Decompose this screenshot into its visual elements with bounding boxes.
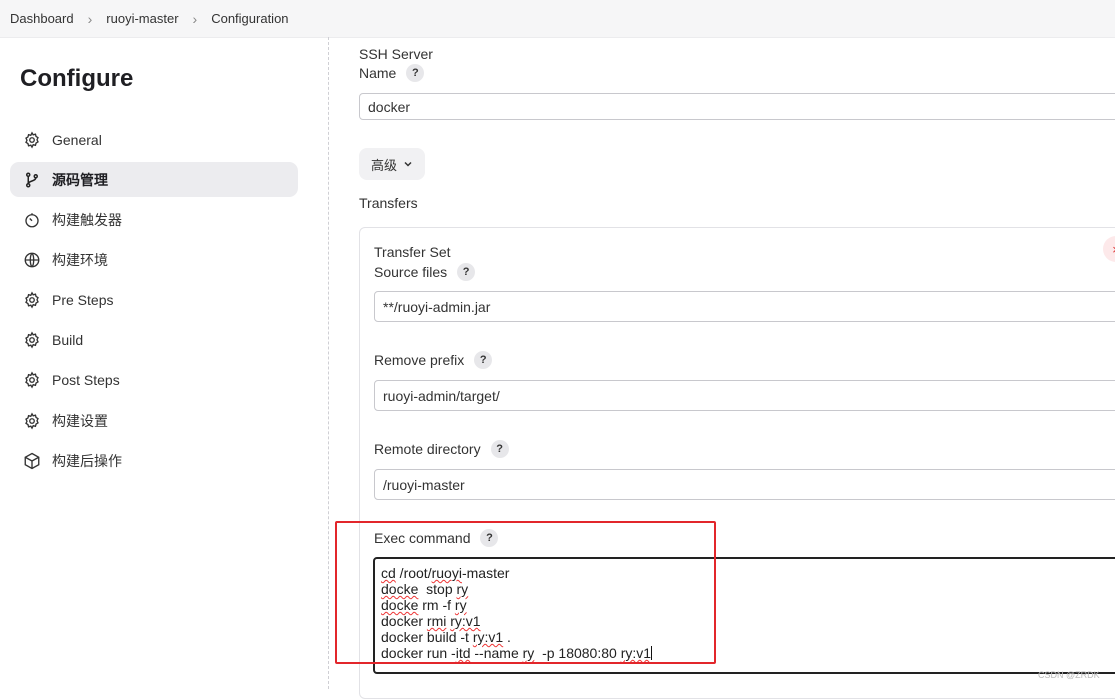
remove-prefix-input[interactable]: ruoyi-admin/target/ — [374, 380, 1115, 411]
remote-directory-input[interactable]: /ruoyi-master — [374, 469, 1115, 500]
sidebar-item-label: Pre Steps — [52, 291, 114, 308]
sidebar-item-build-settings[interactable]: 构建设置 — [10, 403, 298, 438]
source-files-label-text: Source files — [374, 264, 448, 280]
timer-icon — [22, 210, 42, 230]
sidebar-item-label: 构建触发器 — [52, 211, 122, 228]
gear-icon — [22, 370, 42, 390]
sidebar-item-label: 构建环境 — [52, 251, 108, 268]
gear-icon — [22, 290, 42, 310]
sidebar-item-label: 源码管理 — [52, 171, 108, 188]
chevron-right-icon: › — [87, 10, 93, 27]
branch-icon — [22, 170, 42, 190]
globe-icon — [22, 250, 42, 270]
help-icon[interactable]: ? — [490, 440, 509, 458]
transfers-label: Transfers — [359, 195, 418, 211]
sidebar-item-label: Build — [52, 331, 84, 348]
advanced-label: 高级 — [370, 157, 397, 173]
transfer-set-label: Transfer Set — [374, 243, 451, 260]
source-files-input[interactable]: **/ruoyi-admin.jar — [374, 291, 1115, 322]
chevron-right-icon: › — [192, 10, 198, 27]
chevron-down-icon — [403, 159, 413, 169]
name-input[interactable]: docker — [359, 93, 1115, 120]
sidebar-item-label: 构建后操作 — [52, 452, 122, 469]
name-label-text: Name — [359, 65, 397, 81]
sidebar-item-post-steps[interactable]: Post Steps — [10, 362, 298, 397]
help-icon[interactable]: ? — [474, 351, 493, 369]
page-title: Configure — [20, 65, 134, 92]
help-icon[interactable]: ? — [457, 263, 476, 281]
name-field-label: Name ? — [359, 63, 425, 83]
breadcrumb-dashboard[interactable]: Dashboard — [0, 11, 74, 26]
sidebar-item-source-control[interactable]: 源码管理 — [10, 162, 298, 197]
sidebar-item-build-environment[interactable]: 构建环境 — [10, 242, 298, 277]
sidebar-item-pre-steps[interactable]: Pre Steps — [10, 282, 298, 317]
highlight-annotation-box — [335, 521, 716, 664]
ssh-server-label: SSH Server — [359, 45, 433, 62]
remote-directory-field-label: Remote directory ? — [374, 438, 509, 460]
sidebar-item-label: 构建设置 — [52, 412, 108, 429]
gear-icon — [22, 130, 42, 150]
sidebar-item-general[interactable]: General — [10, 122, 298, 157]
gear-icon — [22, 330, 42, 350]
sidebar-item-build[interactable]: Build — [10, 322, 298, 357]
sidebar-item-label: General — [52, 131, 102, 148]
help-icon[interactable]: ? — [406, 64, 425, 82]
source-files-field-label: Source files ? — [374, 261, 476, 283]
sidebar-divider — [328, 37, 329, 689]
remove-prefix-label-text: Remove prefix — [374, 352, 465, 368]
breadcrumb-configuration[interactable]: Configuration — [211, 11, 288, 26]
sidebar: Configure General 源码管理 构建触发器 构建环境 Pre St… — [0, 37, 328, 689]
breadcrumb: Dashboard › ruoyi-master › Configuration — [0, 0, 1115, 38]
cube-icon — [22, 451, 42, 471]
breadcrumb-project[interactable]: ruoyi-master — [106, 11, 178, 26]
advanced-button[interactable]: 高级 — [359, 148, 425, 180]
remote-directory-label-text: Remote directory — [374, 441, 481, 457]
remove-prefix-field-label: Remove prefix ? — [374, 349, 493, 371]
gear-icon — [22, 411, 42, 431]
sidebar-item-post-build-actions[interactable]: 构建后操作 — [10, 443, 298, 478]
sidebar-item-build-triggers[interactable]: 构建触发器 — [10, 202, 298, 237]
watermark: CSDN @ZRDK — [1038, 670, 1100, 680]
sidebar-item-label: Post Steps — [52, 371, 120, 388]
